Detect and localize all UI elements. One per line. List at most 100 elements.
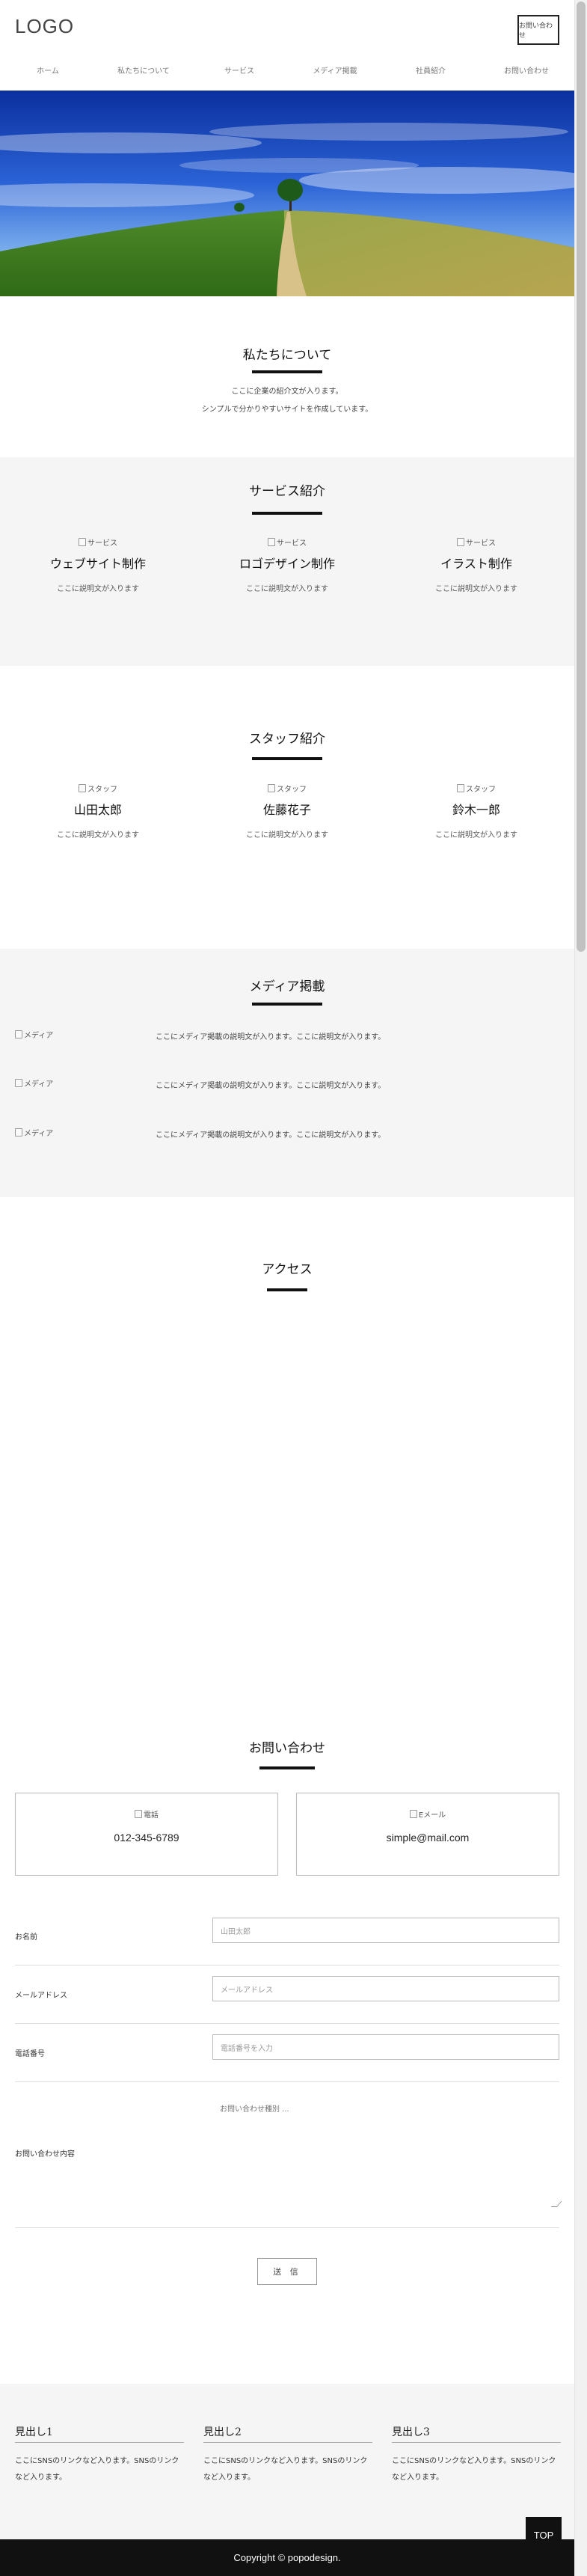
media-section: メディア掲載 メディア ここにメディア掲載の説明文が入ります。ここに説明文が入り… — [0, 949, 574, 1197]
staff-text: ここに説明文が入ります — [57, 831, 139, 839]
broken-image-icon — [457, 784, 464, 792]
about-text-line: ここに企業の紹介文が入ります。 — [231, 388, 343, 396]
staff-card: スタッフ 山田太郎 ここに説明文が入ります — [12, 781, 184, 839]
broken-image-icon — [79, 538, 86, 546]
service-text: ここに説明文が入ります — [435, 585, 517, 593]
service-text: ここに説明文が入ります — [57, 585, 139, 593]
staff-image: スタッフ — [457, 783, 496, 794]
media-title: メディア掲載 — [249, 979, 325, 994]
service-image: サービス — [457, 536, 496, 548]
staff-card: スタッフ 佐藤花子 ここに説明文が入ります — [201, 781, 373, 839]
about-text-line: シンプルで分かりやすいサイトを作成しています。 — [201, 406, 373, 414]
submit-button[interactable]: 送 信 — [257, 2258, 317, 2285]
staff-text: ここに説明文が入ります — [435, 831, 517, 839]
phone-card: 電話 012-345-6789 — [15, 1793, 278, 1876]
staff-section: スタッフ紹介 スタッフ 山田太郎 ここに説明文が入ります スタッフ 佐藤花子 こ… — [0, 666, 574, 949]
site-header: LOGO お問い合わせ ホーム 私たちについて サービス メディア掲載 社員紹介… — [0, 0, 574, 90]
site-footer: 見出し1 ここにSNSのリンクなど入ります。SNSのリンクなど入ります。 見出し… — [0, 2384, 574, 2539]
about-title: 私たちについて — [242, 348, 332, 363]
title-underline — [252, 370, 322, 373]
broken-image-icon — [135, 1810, 142, 1818]
footer-heading: 見出し1 — [15, 2424, 184, 2443]
form-divider — [15, 2227, 559, 2228]
form-divider — [15, 2081, 559, 2082]
service-heading: ウェブサイト制作 — [49, 557, 146, 571]
access-section: アクセス — [0, 1197, 574, 1683]
phone-number[interactable]: 012-345-6789 — [16, 1832, 277, 1844]
title-underline — [267, 1288, 307, 1291]
service-card: サービス ウェブサイト制作 ここに説明文が入ります — [12, 535, 184, 593]
inquiry-type-select[interactable]: お問い合わせ種別 ... — [220, 2102, 289, 2114]
broken-image-icon — [15, 1128, 22, 1136]
service-heading: イラスト制作 — [440, 557, 512, 571]
footer-text: ここにSNSのリンクなど入ります。SNSのリンクなど入ります。 — [392, 2457, 556, 2482]
email-input[interactable]: メールアドレス — [212, 1976, 559, 2001]
media-text: ここにメディア掲載の説明文が入ります。ここに説明文が入ります。 — [156, 1033, 386, 1041]
media-image: メディア — [15, 1077, 53, 1089]
media-image: メディア — [15, 1127, 53, 1138]
footer-column: 見出し2 ここにSNSのリンクなど入ります。SNSのリンクなど入ります。 — [203, 2424, 372, 2486]
email-address[interactable]: simple@mail.com — [297, 1832, 559, 1844]
back-to-top-button[interactable]: TOP — [526, 2517, 562, 2553]
nav-item-about[interactable]: 私たちについて — [96, 64, 191, 76]
message-textarea[interactable] — [212, 2147, 562, 2207]
resize-handle-icon[interactable] — [550, 2201, 562, 2207]
service-image: サービス — [79, 536, 117, 548]
contact-button[interactable]: お問い合わせ — [517, 15, 559, 45]
title-underline — [252, 1003, 322, 1006]
broken-image-icon — [268, 784, 275, 792]
broken-image-icon — [15, 1079, 22, 1087]
staff-card: スタッフ 鈴木一郎 ここに説明文が入ります — [390, 781, 562, 839]
nav-item-contact[interactable]: お問い合わせ — [479, 64, 574, 76]
hero-image — [0, 91, 574, 296]
phone-label: 電話番号 — [15, 2050, 45, 2058]
main-nav: ホーム 私たちについて サービス メディア掲載 社員紹介 お問い合わせ — [0, 64, 574, 76]
staff-title: スタッフ紹介 — [249, 732, 325, 747]
contact-title: お問い合わせ — [249, 1741, 325, 1756]
broken-image-icon — [15, 1030, 22, 1038]
hero-landscape-illustration — [0, 91, 574, 296]
broken-image-icon — [268, 538, 275, 546]
contact-section: お問い合わせ 電話 012-345-6789 Eメール simple@mail.… — [0, 1683, 574, 2384]
service-heading: ロゴデザイン制作 — [239, 557, 335, 571]
vertical-scrollbar[interactable] — [574, 0, 587, 2576]
staff-name: 佐藤花子 — [262, 803, 311, 817]
email-label: メールアドレス — [15, 1992, 67, 2000]
footer-column: 見出し3 ここにSNSのリンクなど入ります。SNSのリンクなど入ります。 — [392, 2424, 561, 2486]
title-underline — [259, 1766, 315, 1769]
media-text: ここにメディア掲載の説明文が入ります。ここに説明文が入ります。 — [156, 1131, 386, 1139]
nav-item-staff[interactable]: 社員紹介 — [383, 64, 479, 76]
broken-image-icon — [79, 784, 86, 792]
nav-item-service[interactable]: サービス — [191, 64, 287, 76]
logo[interactable]: LOGO — [15, 15, 74, 38]
phone-image: 電話 — [135, 1808, 159, 1820]
broken-image-icon — [409, 1810, 417, 1818]
footer-text: ここにSNSのリンクなど入ります。SNSのリンクなど入ります。 — [203, 2457, 368, 2482]
email-card: Eメール simple@mail.com — [296, 1793, 559, 1876]
staff-image: スタッフ — [268, 783, 307, 794]
nav-item-media[interactable]: メディア掲載 — [287, 64, 383, 76]
name-input[interactable]: 山田太郎 — [212, 1918, 559, 1943]
scrollbar-thumb[interactable] — [577, 1, 586, 952]
service-text: ここに説明文が入ります — [246, 585, 328, 593]
map-embed[interactable] — [15, 1309, 559, 1661]
staff-text: ここに説明文が入ります — [246, 831, 328, 839]
staff-name: 鈴木一郎 — [452, 803, 500, 817]
email-image: Eメール — [409, 1808, 446, 1820]
copyright-bar: Copyright © popodesign. — [0, 2539, 574, 2576]
title-underline — [252, 512, 322, 515]
services-section: サービス紹介 サービス ウェブサイト制作 ここに説明文が入ります サービス ロゴ… — [0, 457, 574, 666]
message-label: お問い合わせ内容 — [15, 2150, 75, 2159]
footer-heading: 見出し3 — [392, 2424, 561, 2443]
staff-image: スタッフ — [79, 783, 117, 794]
phone-input[interactable]: 電話番号を入力 — [212, 2034, 559, 2060]
name-label: お名前 — [15, 1933, 37, 1942]
title-underline — [252, 757, 322, 760]
form-divider — [15, 2023, 559, 2024]
nav-item-home[interactable]: ホーム — [0, 64, 96, 76]
footer-column: 見出し1 ここにSNSのリンクなど入ります。SNSのリンクなど入ります。 — [15, 2424, 184, 2486]
access-title: アクセス — [262, 1262, 313, 1277]
broken-image-icon — [457, 538, 464, 546]
about-section: 私たちについて ここに企業の紹介文が入ります。 シンプルで分かりやすいサイトを作… — [0, 296, 574, 457]
media-text: ここにメディア掲載の説明文が入ります。ここに説明文が入ります。 — [156, 1082, 386, 1090]
